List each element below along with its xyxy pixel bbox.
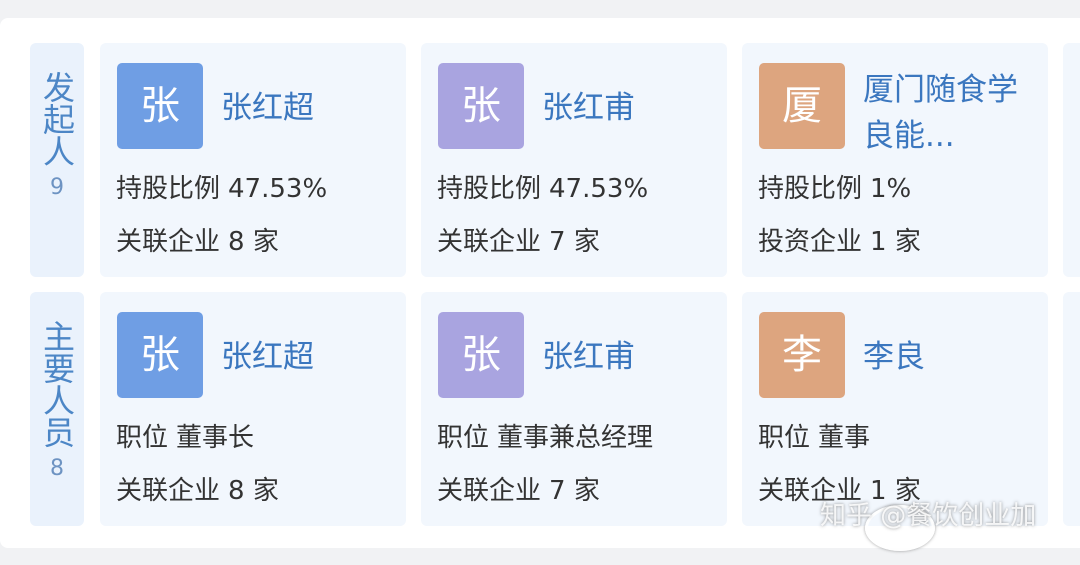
founder-card[interactable]: 张 张红甫 持股比例 47.53% 关联企业 7 家 bbox=[421, 43, 727, 277]
info-key: 职位 bbox=[437, 423, 490, 453]
info-value: 董事长 bbox=[176, 423, 255, 453]
founder-card-partial[interactable] bbox=[1063, 43, 1080, 277]
avatar: 张 bbox=[438, 312, 524, 398]
info-key: 关联企业 bbox=[116, 227, 221, 257]
staff-card[interactable]: 张 张红甫 职位 董事兼总经理 关联企业 7 家 bbox=[421, 292, 727, 526]
founder-card[interactable]: 张 张红超 持股比例 47.53% 关联企业 8 家 bbox=[100, 43, 406, 277]
staff-row: 主要人员 8 张 张红超 职位 董事长 关联企业 8 家 张 张红甫 职位 董事兼总经… bbox=[30, 292, 1080, 526]
avatar: 李 bbox=[759, 312, 845, 398]
watermark: 知乎 @餐饮创业加 bbox=[820, 501, 1037, 531]
staff-card[interactable]: 李 李良 职位 董事 关联企业 1 家 bbox=[742, 292, 1048, 526]
staff-label-text: 主要人员 bbox=[38, 320, 76, 448]
info-value: 8 家 bbox=[228, 227, 279, 257]
info-value: 47.53% bbox=[228, 174, 328, 204]
staff-section-label[interactable]: 主要人员 8 bbox=[30, 292, 84, 526]
staff-card[interactable]: 张 张红超 职位 董事长 关联企业 8 家 bbox=[100, 292, 406, 526]
avatar: 张 bbox=[438, 63, 524, 149]
position: 职位 董事长 bbox=[116, 421, 254, 455]
info-value: 8 家 bbox=[228, 476, 279, 506]
related-companies[interactable]: 关联企业 7 家 bbox=[437, 474, 600, 508]
info-value: 7 家 bbox=[549, 476, 600, 506]
person-name[interactable]: 张红超 bbox=[221, 85, 393, 131]
shareholding-ratio: 持股比例 47.53% bbox=[116, 172, 327, 206]
info-key: 投资企业 bbox=[758, 227, 863, 257]
avatar: 厦 bbox=[759, 63, 845, 149]
related-companies[interactable]: 关联企业 7 家 bbox=[437, 225, 600, 259]
info-key: 关联企业 bbox=[437, 476, 542, 506]
position: 职位 董事兼总经理 bbox=[437, 421, 653, 455]
info-key: 职位 bbox=[116, 423, 169, 453]
page: 发起人 9 张 张红超 持股比例 47.53% 关联企业 8 家 张 张红甫 持股比… bbox=[0, 0, 1080, 565]
founder-card[interactable]: 厦 厦门随食学良能... 持股比例 1% 投资企业 1 家 bbox=[742, 43, 1048, 277]
person-name[interactable]: 张红超 bbox=[221, 334, 393, 380]
info-key: 持股比例 bbox=[116, 174, 221, 204]
company-name[interactable]: 厦门随食学良能... bbox=[863, 67, 1035, 159]
avatar: 张 bbox=[117, 63, 203, 149]
position: 职位 董事 bbox=[758, 421, 870, 455]
founders-section-label[interactable]: 发起人 9 bbox=[30, 43, 84, 277]
info-key: 持股比例 bbox=[758, 174, 863, 204]
related-companies[interactable]: 关联企业 8 家 bbox=[116, 474, 279, 508]
staff-card-partial[interactable] bbox=[1063, 292, 1080, 526]
info-key: 职位 bbox=[758, 423, 811, 453]
info-value: 董事兼总经理 bbox=[497, 423, 654, 453]
info-value: 47.53% bbox=[549, 174, 649, 204]
founders-count: 9 bbox=[50, 175, 64, 200]
info-value: 1% bbox=[870, 174, 912, 204]
person-name[interactable]: 张红甫 bbox=[542, 334, 714, 380]
info-value: 7 家 bbox=[549, 227, 600, 257]
founders-label-text: 发起人 bbox=[38, 71, 76, 167]
invested-companies[interactable]: 投资企业 1 家 bbox=[758, 225, 921, 259]
staff-count: 8 bbox=[50, 456, 64, 481]
info-key: 持股比例 bbox=[437, 174, 542, 204]
shareholding-ratio: 持股比例 47.53% bbox=[437, 172, 648, 206]
person-name[interactable]: 李良 bbox=[863, 334, 1035, 380]
avatar: 张 bbox=[117, 312, 203, 398]
shareholding-ratio: 持股比例 1% bbox=[758, 172, 911, 206]
people-panel: 发起人 9 张 张红超 持股比例 47.53% 关联企业 8 家 张 张红甫 持股比… bbox=[0, 18, 1080, 548]
related-companies[interactable]: 关联企业 8 家 bbox=[116, 225, 279, 259]
info-value: 1 家 bbox=[870, 227, 921, 257]
info-key: 关联企业 bbox=[116, 476, 221, 506]
founders-row: 发起人 9 张 张红超 持股比例 47.53% 关联企业 8 家 张 张红甫 持股比… bbox=[30, 43, 1080, 277]
person-name[interactable]: 张红甫 bbox=[542, 85, 714, 131]
info-value: 董事 bbox=[818, 423, 871, 453]
info-key: 关联企业 bbox=[437, 227, 542, 257]
